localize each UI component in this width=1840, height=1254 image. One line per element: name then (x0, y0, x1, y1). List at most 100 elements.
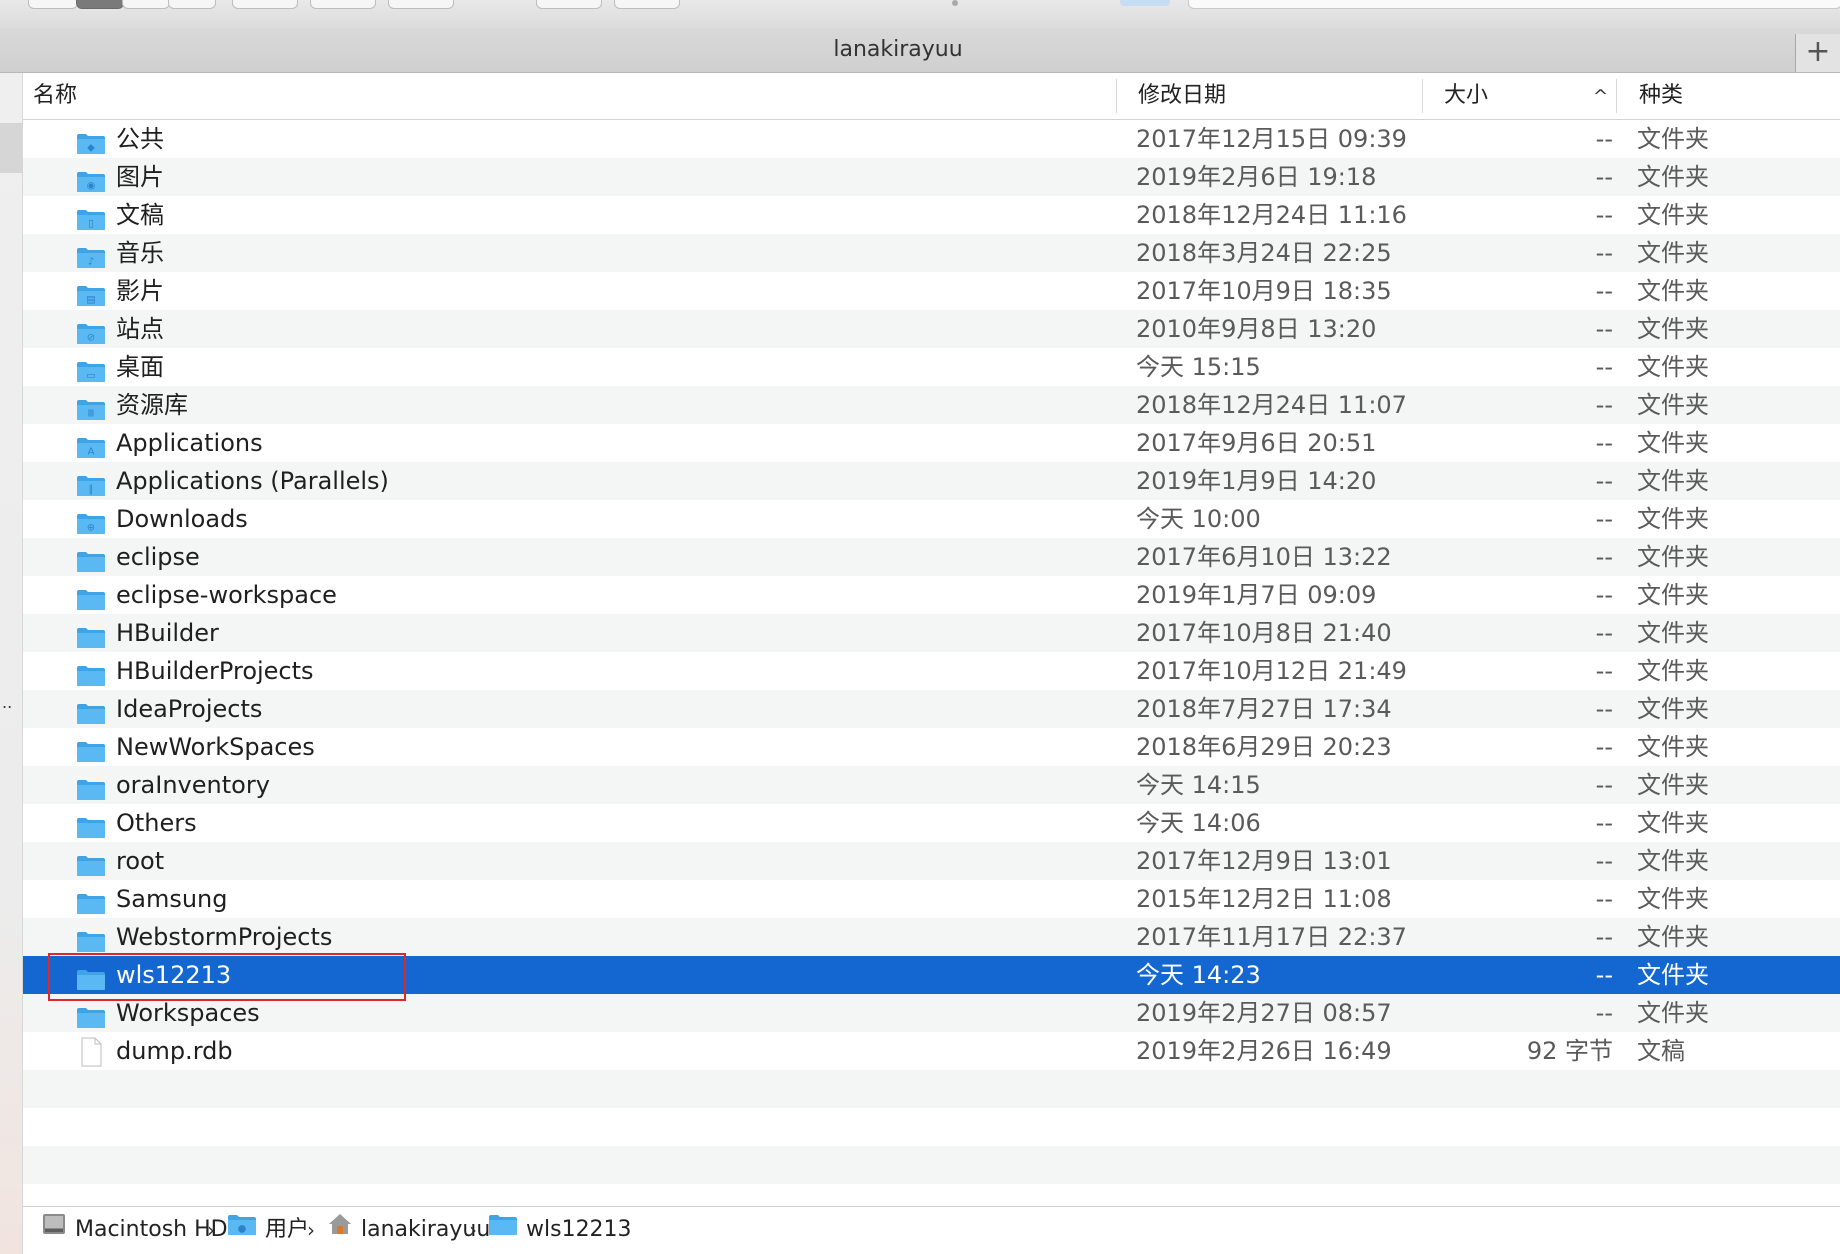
add-tab-button[interactable]: + (1795, 34, 1840, 72)
chevron-right-icon: › (307, 1218, 315, 1242)
empty-row[interactable] (23, 1108, 1840, 1146)
parallels-folder-icon: ∥ (76, 470, 106, 496)
file-modified-date: 今天 14:23 (1136, 961, 1261, 989)
path-crumb[interactable]: ● 用户 (227, 1207, 309, 1253)
folder-icon (76, 926, 106, 952)
path-crumb-label: Macintosh HD (75, 1217, 228, 1242)
file-kind: 文件夹 (1637, 581, 1709, 609)
file-row[interactable]: ▭ 桌面 今天 15:15 -- 文件夹 (23, 348, 1840, 386)
file-row[interactable]: HBuilder 2017年10月8日 21:40 -- 文件夹 (23, 614, 1840, 652)
view-column-button[interactable] (168, 0, 216, 9)
file-kind: 文件夹 (1637, 923, 1709, 951)
path-crumb[interactable]: wls12213 (488, 1207, 632, 1253)
file-name: root (116, 847, 165, 875)
documents-folder-icon: ▯ (76, 204, 106, 230)
file-name: HBuilder (116, 619, 219, 647)
svg-text:♪: ♪ (88, 257, 94, 268)
empty-row[interactable] (23, 1070, 1840, 1108)
file-row[interactable]: eclipse 2017年6月10日 13:22 -- 文件夹 (23, 538, 1840, 576)
file-row[interactable]: ∥ Applications (Parallels) 2019年1月9日 14:20… (23, 462, 1840, 500)
toolbar-blue-button[interactable] (1120, 0, 1170, 6)
file-modified-date: 今天 15:15 (1136, 353, 1261, 381)
file-row[interactable]: Workspaces 2019年2月27日 08:57 -- 文件夹 (23, 994, 1840, 1032)
file-kind: 文件夹 (1637, 467, 1709, 495)
svg-text:▭: ▭ (86, 371, 95, 382)
file-kind: 文件夹 (1637, 353, 1709, 381)
file-kind: 文件夹 (1637, 201, 1709, 229)
group-button[interactable] (232, 0, 298, 9)
sidebar-selection (0, 123, 22, 173)
file-modified-date: 2010年9月8日 13:20 (1136, 315, 1377, 343)
file-row[interactable]: root 2017年12月9日 13:01 -- 文件夹 (23, 842, 1840, 880)
tags-button[interactable] (536, 0, 602, 9)
folder-icon (76, 812, 106, 838)
file-name: 文稿 (116, 201, 164, 229)
folder-icon (76, 622, 106, 648)
file-name: oraInventory (116, 771, 270, 799)
file-row[interactable]: Others 今天 14:06 -- 文件夹 (23, 804, 1840, 842)
file-modified-date: 2017年9月6日 20:51 (1136, 429, 1377, 457)
file-name: 资源库 (116, 391, 188, 419)
file-row[interactable]: ▯ 文稿 2018年12月24日 11:16 -- 文件夹 (23, 196, 1840, 234)
svg-text:◆: ◆ (87, 143, 95, 154)
back-button[interactable] (28, 0, 78, 9)
file-modified-date: 2019年2月26日 16:49 (1136, 1037, 1392, 1065)
file-row[interactable]: ◉ 图片 2019年2月6日 19:18 -- 文件夹 (23, 158, 1840, 196)
search-field[interactable] (1188, 0, 1840, 9)
share-button[interactable] (388, 0, 454, 9)
path-crumb[interactable]: Macintosh HD (41, 1207, 228, 1253)
pictures-folder-icon: ◉ (76, 166, 106, 192)
applications-folder-icon: A (76, 432, 106, 458)
action-button[interactable] (310, 0, 376, 9)
file-row[interactable]: ♪ 音乐 2018年3月24日 22:25 -- 文件夹 (23, 234, 1840, 272)
file-modified-date: 2017年6月10日 13:22 (1136, 543, 1392, 571)
file-row[interactable]: ⊘ 站点 2010年9月8日 13:20 -- 文件夹 (23, 310, 1840, 348)
file-size: -- (1595, 619, 1613, 647)
empty-row[interactable] (23, 1146, 1840, 1184)
file-modified-date: 2017年10月12日 21:49 (1136, 657, 1407, 685)
file-modified-date: 2017年11月17日 22:37 (1136, 923, 1407, 951)
file-row[interactable]: ◆ 公共 2017年12月15日 09:39 -- 文件夹 (23, 120, 1840, 158)
file-row[interactable]: NewWorkSpaces 2018年6月29日 20:23 -- 文件夹 (23, 728, 1840, 766)
column-header-modified[interactable]: 修改日期 (1138, 73, 1226, 119)
column-separator[interactable] (1616, 79, 1617, 113)
file-row[interactable]: IdeaProjects 2018年7月27日 17:34 -- 文件夹 (23, 690, 1840, 728)
file-row[interactable]: HBuilderProjects 2017年10月12日 21:49 -- 文件夹 (23, 652, 1840, 690)
sidebar[interactable]: .. (0, 73, 23, 1254)
column-header-size[interactable]: 大小 (1444, 73, 1488, 119)
sort-ascending-icon[interactable]: ^ (1593, 73, 1608, 119)
svg-text:A: A (88, 447, 95, 458)
file-modified-date: 2019年2月6日 19:18 (1136, 163, 1377, 191)
file-row-selected[interactable]: wls12213 今天 14:23 -- 文件夹 (23, 956, 1840, 994)
file-size: -- (1595, 581, 1613, 609)
path-bar: Macintosh HD › ● 用户 › lanakirayuu › wls12213 (23, 1206, 1840, 1254)
dropbox-button[interactable] (614, 0, 680, 9)
file-row[interactable]: Samsung 2015年12月2日 11:08 -- 文件夹 (23, 880, 1840, 918)
file-row[interactable]: A Applications 2017年9月6日 20:51 -- 文件夹 (23, 424, 1840, 462)
file-name: Downloads (116, 505, 248, 533)
view-icon-button[interactable] (76, 0, 124, 9)
file-row[interactable]: WebstormProjects 2017年11月17日 22:37 -- 文件夹 (23, 918, 1840, 956)
file-modified-date: 2018年3月24日 22:25 (1136, 239, 1392, 267)
file-kind: 文件夹 (1637, 695, 1709, 723)
file-name: wls12213 (116, 961, 232, 989)
file-row[interactable]: dump.rdb 2019年2月26日 16:49 92 字节 文稿 (23, 1032, 1840, 1070)
column-separator[interactable] (1116, 79, 1117, 113)
file-row[interactable]: oraInventory 今天 14:15 -- 文件夹 (23, 766, 1840, 804)
file-row[interactable]: ⊕ Downloads 今天 10:00 -- 文件夹 (23, 500, 1840, 538)
column-separator[interactable] (1422, 79, 1423, 113)
column-header-name[interactable]: 名称 (33, 73, 77, 119)
folder-icon (76, 774, 106, 800)
file-kind: 文件夹 (1637, 847, 1709, 875)
file-row[interactable]: Ⅲ 资源库 2018年12月24日 11:07 -- 文件夹 (23, 386, 1840, 424)
file-modified-date: 2019年2月27日 08:57 (1136, 999, 1392, 1027)
file-kind: 文件夹 (1637, 733, 1709, 761)
column-header-kind[interactable]: 种类 (1639, 73, 1683, 119)
desktop-folder-icon: ▭ (76, 356, 106, 382)
view-list-button[interactable] (122, 0, 170, 9)
folder-icon (76, 888, 106, 914)
path-crumb[interactable]: lanakirayuu (327, 1207, 490, 1253)
file-name: eclipse-workspace (116, 581, 337, 609)
file-row[interactable]: eclipse-workspace 2019年1月7日 09:09 -- 文件夹 (23, 576, 1840, 614)
file-row[interactable]: ▤ 影片 2017年10月9日 18:35 -- 文件夹 (23, 272, 1840, 310)
